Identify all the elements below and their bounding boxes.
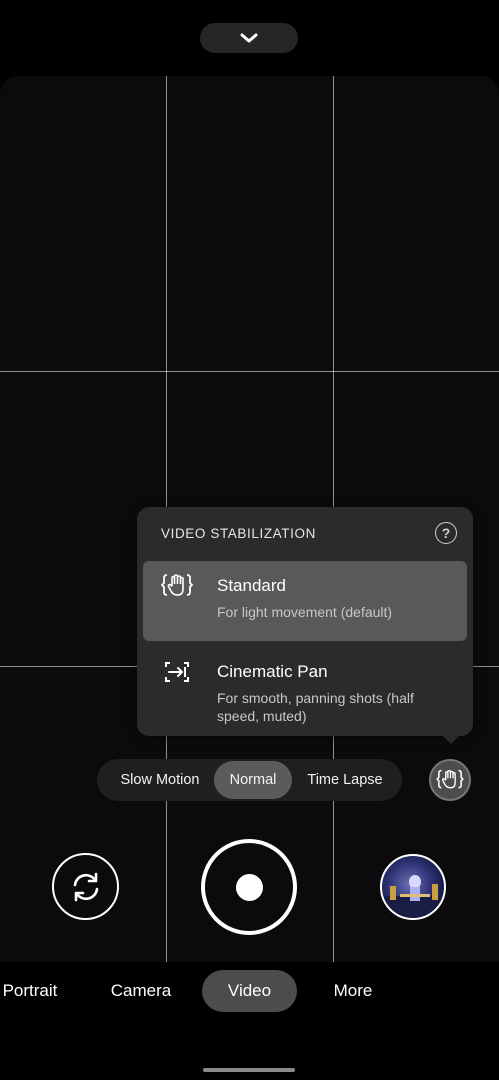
option-description: For light movement (default): [217, 604, 393, 620]
camera-mode-carousel: Portrait Camera Video More: [0, 962, 499, 1022]
panel-title: VIDEO STABILIZATION: [161, 526, 316, 541]
help-icon[interactable]: ?: [435, 522, 457, 544]
mode-video[interactable]: Video: [202, 970, 297, 1012]
record-button[interactable]: [201, 839, 297, 935]
grid-line: [0, 371, 499, 372]
collapse-settings-button[interactable]: [200, 23, 298, 53]
stabilization-button[interactable]: [429, 759, 471, 801]
mode-more[interactable]: More: [318, 970, 388, 1012]
gallery-thumbnail[interactable]: [380, 854, 446, 920]
hand-stabilization-icon: [436, 769, 464, 789]
mode-portrait[interactable]: Portrait: [0, 970, 66, 1012]
option-title: Standard: [217, 576, 286, 595]
chevron-down-icon: [240, 33, 258, 43]
option-standard[interactable]: Standard For light movement (default): [143, 561, 467, 641]
speed-slow-motion[interactable]: Slow Motion: [105, 759, 215, 801]
camera-screen: VIDEO STABILIZATION ? Standard For light…: [0, 0, 499, 1080]
option-cinematic-pan[interactable]: Cinematic Pan For smooth, panning shots …: [143, 647, 467, 727]
option-description: For smooth, panning shots (half speed, m…: [217, 690, 414, 724]
video-speed-selector: Slow Motion Normal Time Lapse: [97, 759, 402, 801]
video-stabilization-panel: VIDEO STABILIZATION ? Standard For light…: [137, 507, 473, 744]
pan-arrow-icon: [165, 662, 189, 682]
mode-camera[interactable]: Camera: [100, 970, 182, 1012]
switch-camera-button[interactable]: [52, 853, 119, 920]
hand-stabilization-icon: [161, 574, 193, 596]
speed-time-lapse[interactable]: Time Lapse: [295, 759, 395, 801]
home-indicator[interactable]: [203, 1068, 295, 1072]
record-icon: [235, 873, 263, 901]
option-title: Cinematic Pan: [217, 662, 328, 681]
switch-camera-icon: [73, 872, 98, 901]
speed-normal[interactable]: Normal: [214, 761, 292, 799]
